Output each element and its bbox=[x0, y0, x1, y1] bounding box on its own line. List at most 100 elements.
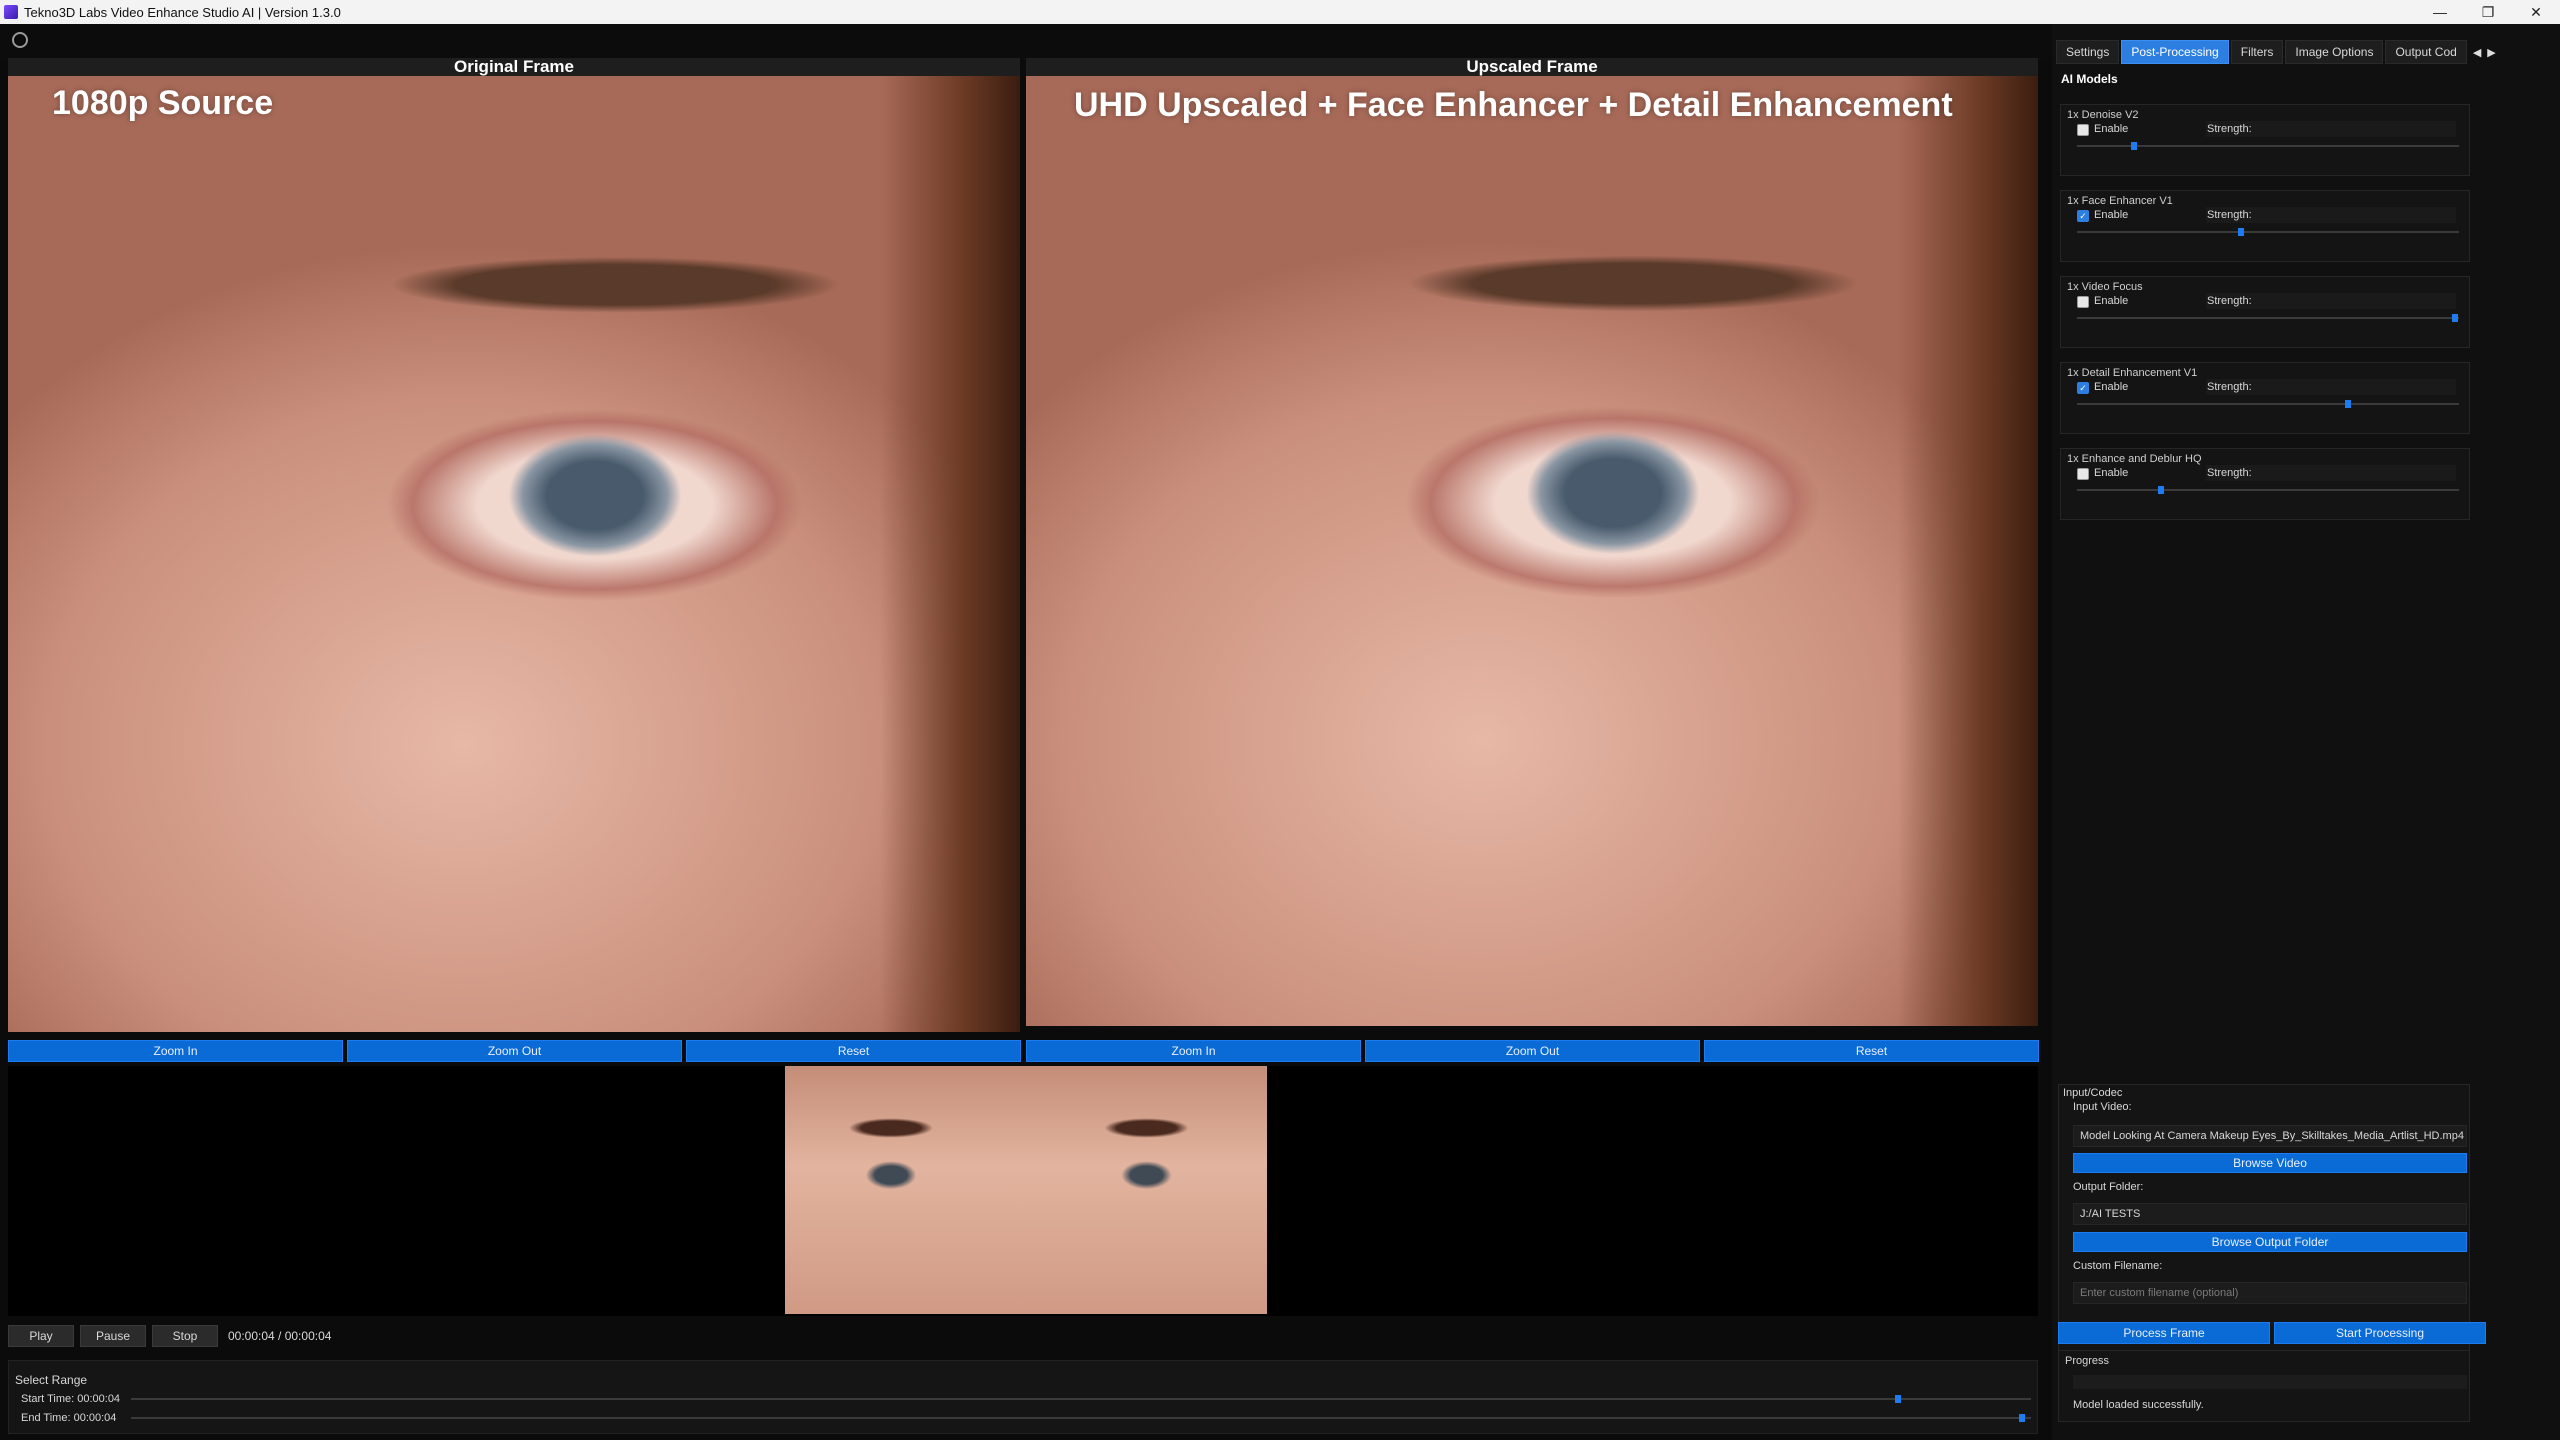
title-bar: Tekno3D Labs Video Enhance Studio AI | V… bbox=[0, 0, 2560, 24]
right-zoom-out-button[interactable]: Zoom Out bbox=[1365, 1040, 1700, 1062]
original-frame-label: Original Frame bbox=[8, 58, 1020, 76]
upscaled-overlay-text: UHD Upscaled + Face Enhancer + Detail En… bbox=[1074, 86, 1953, 124]
processing-actions: Process Frame Start Processing bbox=[2058, 1322, 2486, 1344]
left-zoom-in-button[interactable]: Zoom In bbox=[8, 1040, 343, 1062]
start-time-slider[interactable] bbox=[131, 1395, 2031, 1403]
upscaled-frame-image bbox=[1026, 74, 2038, 1026]
start-time-label: Start Time: 00:00:04 bbox=[21, 1393, 121, 1405]
tab-scroll-left-icon[interactable]: ◀ bbox=[2473, 46, 2481, 59]
browse-output-folder-button[interactable]: Browse Output Folder bbox=[2073, 1232, 2467, 1252]
strength-slider-handle[interactable] bbox=[2158, 486, 2165, 494]
tab-scroll-right-icon[interactable]: ▶ bbox=[2487, 46, 2495, 59]
strength-label: Strength: bbox=[2207, 381, 2252, 393]
video-thumbnail bbox=[785, 1066, 1267, 1314]
start-time-row: Start Time: 00:00:04 bbox=[21, 1393, 2031, 1405]
select-range-group: Select Range Start Time: 00:00:04 End Ti… bbox=[8, 1360, 2038, 1434]
left-zoom-out-button[interactable]: Zoom Out bbox=[347, 1040, 682, 1062]
enable-checkbox[interactable] bbox=[2077, 296, 2089, 308]
strength-label: Strength: bbox=[2207, 467, 2252, 479]
strength-slider-handle[interactable] bbox=[2131, 142, 2138, 150]
playback-controls: Play Pause Stop 00:00:04 / 00:00:04 bbox=[8, 1322, 331, 1350]
strength-slider[interactable] bbox=[2077, 314, 2459, 322]
right-reset-button[interactable]: Reset bbox=[1704, 1040, 2039, 1062]
ai-models-title: AI Models bbox=[2061, 72, 2118, 86]
strength-label: Strength: bbox=[2207, 295, 2252, 307]
status-message: Model loaded successfully. bbox=[2073, 1399, 2204, 1411]
tab-filters[interactable]: Filters bbox=[2230, 40, 2284, 64]
enable-label: Enable bbox=[2094, 295, 2129, 307]
process-frame-button[interactable]: Process Frame bbox=[2058, 1322, 2270, 1344]
input-video-field[interactable]: Model Looking At Camera Makeup Eyes_By_S… bbox=[2073, 1125, 2467, 1147]
upscaled-frame-view[interactable]: Upscaled Frame UHD Upscaled + Face Enhan… bbox=[1026, 58, 2038, 1026]
enable-checkbox[interactable] bbox=[2077, 124, 2089, 136]
strength-label: Strength: bbox=[2207, 123, 2252, 135]
original-overlay-text: 1080p Source bbox=[52, 84, 274, 122]
progress-title: Progress bbox=[2065, 1355, 2110, 1367]
play-button[interactable]: Play bbox=[8, 1325, 74, 1347]
end-time-label: End Time: 00:00:04 bbox=[21, 1412, 117, 1424]
enable-label: Enable bbox=[2094, 467, 2129, 479]
ai-model-name: 1x Video Focus bbox=[2067, 281, 2143, 293]
left-zoom-controls: Zoom In Zoom Out Reset bbox=[8, 1040, 1021, 1062]
restore-button[interactable]: ❐ bbox=[2464, 0, 2512, 24]
left-reset-button[interactable]: Reset bbox=[686, 1040, 1021, 1062]
window-title: Tekno3D Labs Video Enhance Studio AI | V… bbox=[24, 4, 341, 20]
enable-label: Enable bbox=[2094, 123, 2129, 135]
ai-model-card: 1x Enhance and Deblur HQ Enable Strength: bbox=[2060, 448, 2470, 520]
strength-slider-handle[interactable] bbox=[2452, 314, 2459, 322]
pause-button[interactable]: Pause bbox=[80, 1325, 146, 1347]
minimize-button[interactable]: — bbox=[2416, 0, 2464, 24]
enable-label: Enable bbox=[2094, 209, 2129, 221]
input-video-label: Input Video: bbox=[2073, 1101, 2132, 1113]
video-preview[interactable] bbox=[8, 1066, 2038, 1316]
browse-video-button[interactable]: Browse Video bbox=[2073, 1153, 2467, 1173]
custom-filename-input[interactable]: Enter custom filename (optional) bbox=[2073, 1282, 2467, 1304]
custom-filename-label: Custom Filename: bbox=[2073, 1260, 2163, 1272]
output-folder-field[interactable]: J:/AI TESTS bbox=[2073, 1203, 2467, 1225]
toolbar bbox=[0, 24, 2050, 60]
enable-label: Enable bbox=[2094, 381, 2129, 393]
strength-slider-handle[interactable] bbox=[2238, 228, 2245, 236]
select-range-title: Select Range bbox=[15, 1373, 88, 1387]
input-codec-title: Input/Codec bbox=[2063, 1087, 2123, 1099]
strength-slider[interactable] bbox=[2077, 400, 2459, 408]
tab-image-options[interactable]: Image Options bbox=[2285, 40, 2384, 64]
app-logo-icon[interactable] bbox=[12, 32, 28, 48]
end-time-row: End Time: 00:00:04 bbox=[21, 1412, 2031, 1424]
start-time-handle[interactable] bbox=[1895, 1395, 1901, 1403]
stop-button[interactable]: Stop bbox=[152, 1325, 218, 1347]
tab-output-codec[interactable]: Output Cod bbox=[2385, 40, 2467, 64]
strength-slider-handle[interactable] bbox=[2345, 400, 2352, 408]
original-frame-view[interactable]: Original Frame 1080p Source bbox=[8, 58, 1020, 1032]
enable-checkbox[interactable]: ✓ bbox=[2077, 382, 2089, 394]
strength-slider[interactable] bbox=[2077, 228, 2459, 236]
ai-model-card: 1x Denoise V2 Enable Strength: bbox=[2060, 104, 2470, 176]
strength-slider[interactable] bbox=[2077, 486, 2459, 494]
ai-model-card: 1x Video Focus Enable Strength: bbox=[2060, 276, 2470, 348]
end-time-slider[interactable] bbox=[131, 1414, 2031, 1422]
app-icon bbox=[4, 5, 18, 19]
ai-model-name: 1x Denoise V2 bbox=[2067, 109, 2139, 121]
time-readout: 00:00:04 / 00:00:04 bbox=[228, 1329, 332, 1343]
progress-group: Progress Model loaded successfully. bbox=[2058, 1350, 2470, 1422]
original-frame-image bbox=[8, 74, 1020, 1032]
output-folder-label: Output Folder: bbox=[2073, 1181, 2144, 1193]
tab-post-processing[interactable]: Post-Processing bbox=[2121, 40, 2229, 64]
ai-model-name: 1x Enhance and Deblur HQ bbox=[2067, 453, 2202, 465]
settings-panel: Settings Post-Processing Filters Image O… bbox=[2052, 24, 2560, 1440]
ai-model-card: 1x Detail Enhancement V1 ✓ Enable Strength: bbox=[2060, 362, 2470, 434]
tab-settings[interactable]: Settings bbox=[2056, 40, 2120, 64]
ai-model-name: 1x Detail Enhancement V1 bbox=[2067, 367, 2198, 379]
enable-checkbox[interactable] bbox=[2077, 468, 2089, 480]
right-zoom-in-button[interactable]: Zoom In bbox=[1026, 1040, 1361, 1062]
enable-checkbox[interactable]: ✓ bbox=[2077, 210, 2089, 222]
ai-model-name: 1x Face Enhancer V1 bbox=[2067, 195, 2173, 207]
strength-label: Strength: bbox=[2207, 209, 2252, 221]
panel-tabs: Settings Post-Processing Filters Image O… bbox=[2056, 40, 2496, 64]
close-button[interactable]: ✕ bbox=[2512, 0, 2560, 24]
start-processing-button[interactable]: Start Processing bbox=[2274, 1322, 2486, 1344]
right-zoom-controls: Zoom In Zoom Out Reset bbox=[1026, 1040, 2039, 1062]
end-time-handle[interactable] bbox=[2018, 1414, 2025, 1422]
progress-bar bbox=[2073, 1375, 2467, 1389]
strength-slider[interactable] bbox=[2077, 142, 2459, 150]
